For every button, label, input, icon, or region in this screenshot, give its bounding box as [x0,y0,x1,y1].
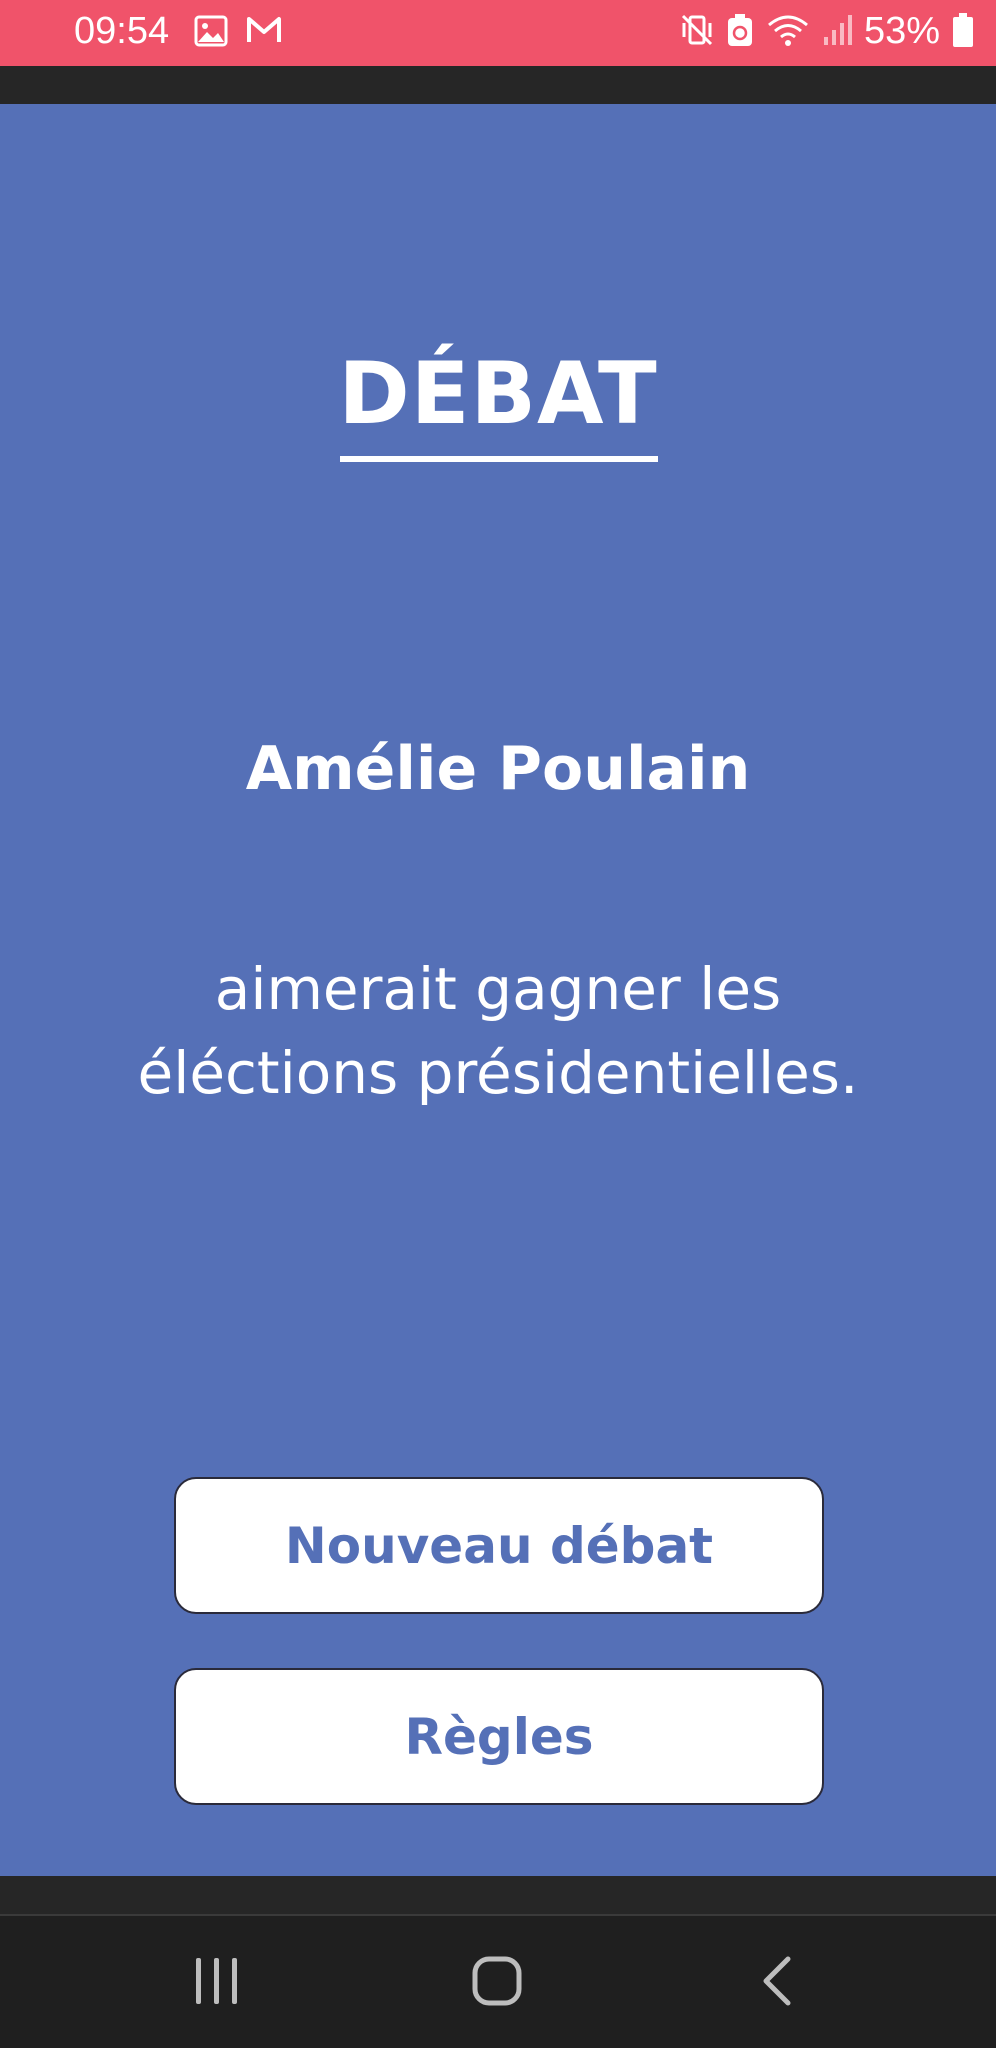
recent-apps-icon[interactable] [194,1956,240,2010]
player-name: Amélie Poulain [245,734,751,804]
home-icon[interactable] [472,1956,522,2010]
status-bar: 09:54 53% [0,0,996,66]
title-underline [340,456,658,462]
signal-icon [822,13,852,51]
mute-vibrate-icon [680,13,714,51]
navigation-bar [0,1876,996,2048]
game-screen: DÉBAT Amélie Poulain aimerait gagner les… [0,104,996,1876]
battery-icon [952,12,974,52]
image-icon [194,15,228,51]
rules-button[interactable]: Règles [174,1668,824,1805]
battery-percent: 53% [863,10,940,52]
page-title: DÉBAT [338,344,658,444]
wifi-icon [766,13,810,51]
back-icon[interactable] [760,1956,794,2010]
gmail-icon [246,15,282,51]
toolbar-strip [0,66,996,104]
new-debate-button[interactable]: Nouveau débat [174,1477,824,1614]
status-time: 09:54 [74,10,170,52]
debate-statement: aimerait gagner les éléctions présidenti… [137,955,859,1107]
nav-divider [0,1876,996,1916]
battery-saver-icon [726,13,754,51]
